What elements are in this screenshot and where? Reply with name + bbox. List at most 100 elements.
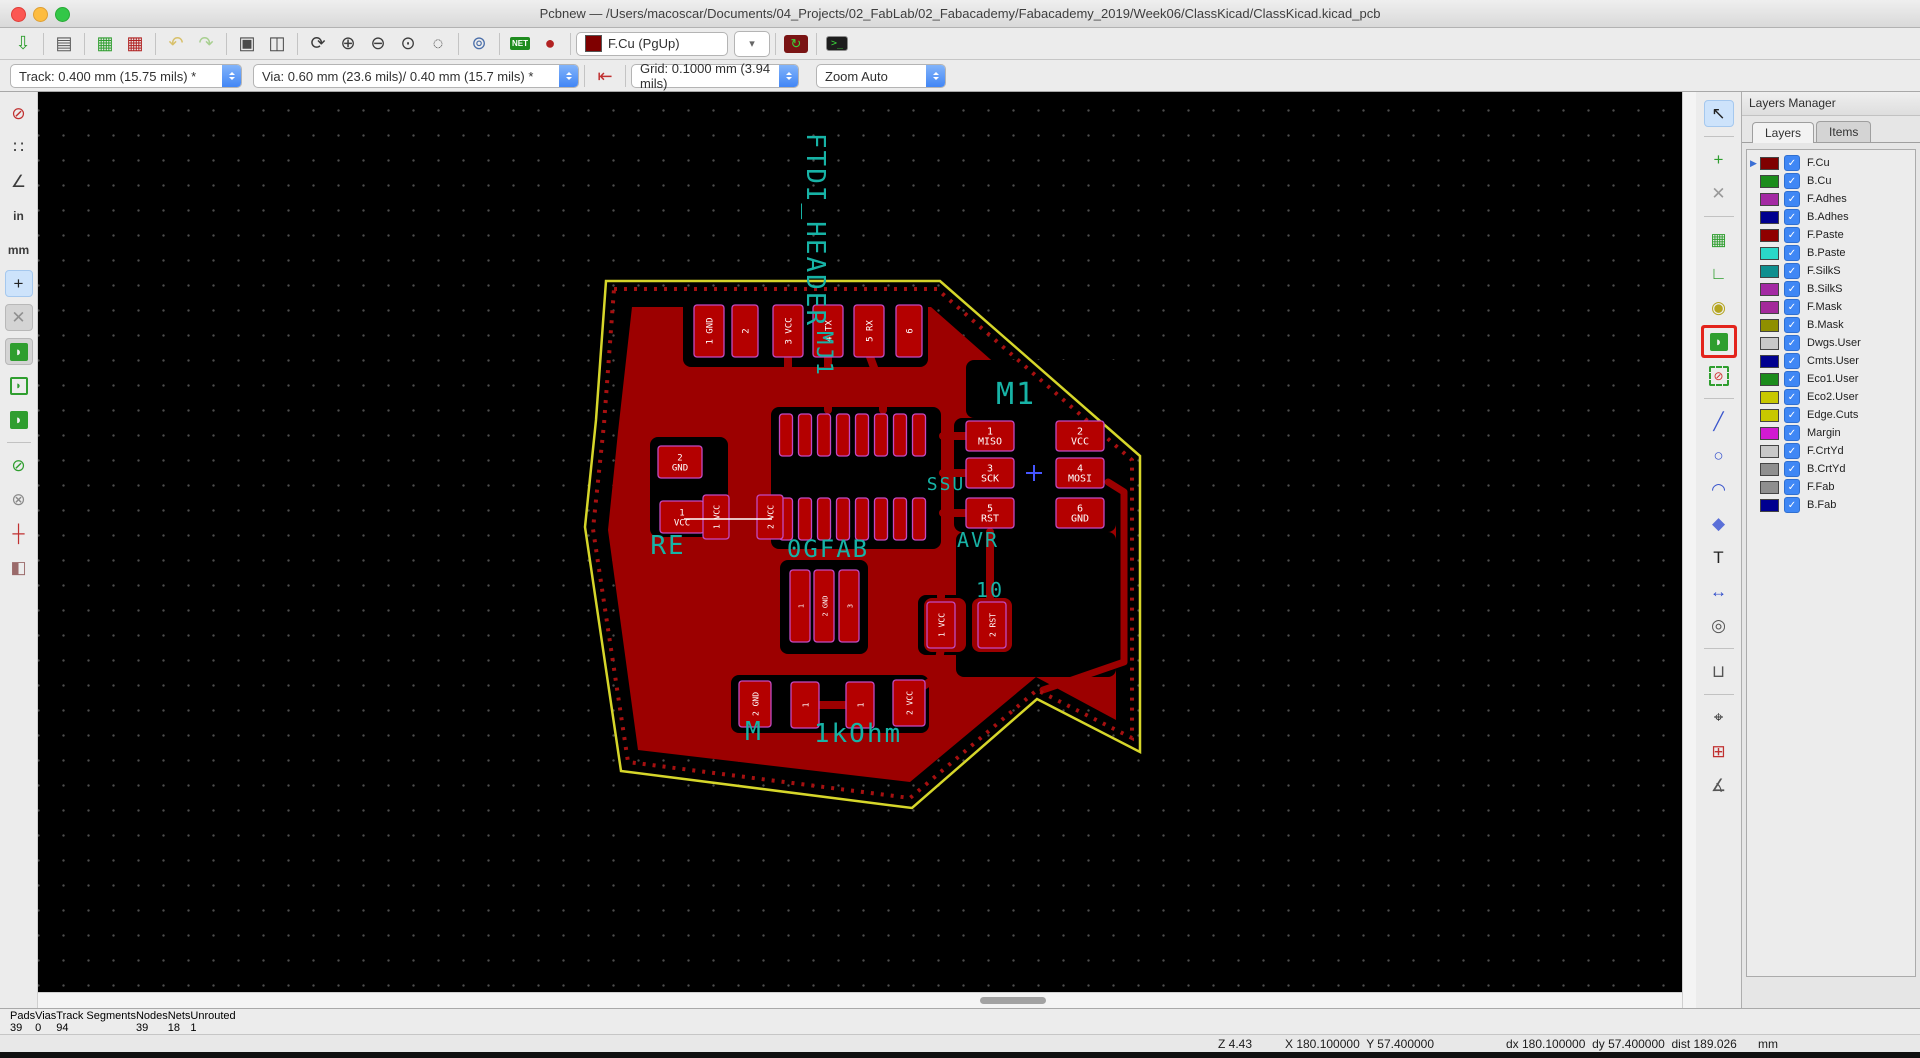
layer-color-swatch[interactable]: [1760, 300, 1779, 314]
zones-nofill-button[interactable]: ◗: [5, 406, 33, 433]
drc-button[interactable]: ●: [535, 31, 565, 57]
layer-visibility-checkbox[interactable]: ✓: [1784, 317, 1800, 333]
layer-color-swatch[interactable]: [1760, 228, 1779, 242]
layer-color-swatch[interactable]: [1760, 246, 1779, 260]
B.Adhes[interactable]: ▶ ✓ B.Adhes: [1747, 208, 1915, 226]
delete-tool-button[interactable]: ⊔: [1704, 658, 1734, 685]
zoom-out-button[interactable]: ⊖: [363, 31, 393, 57]
page-settings-button[interactable]: ▤: [49, 31, 79, 57]
layer-color-swatch[interactable]: [1760, 192, 1779, 206]
B.Mask[interactable]: ▶ ✓ B.Mask: [1747, 316, 1915, 334]
layer-visibility-checkbox[interactable]: ✓: [1784, 353, 1800, 369]
zoom-select[interactable]: Zoom Auto: [816, 64, 946, 88]
track-width-select[interactable]: Track: 0.400 mm (15.75 mils) *: [10, 64, 242, 88]
redo-button[interactable]: ↷: [191, 31, 221, 57]
tab-items[interactable]: Items: [1816, 121, 1872, 142]
zoom-selection-button[interactable]: ◌: [423, 31, 453, 57]
B.Cu[interactable]: ▶ ✓ B.Cu: [1747, 172, 1915, 190]
layer-visibility-checkbox[interactable]: ✓: [1784, 281, 1800, 297]
add-circle-button[interactable]: ○: [1704, 442, 1734, 469]
maximize-window-button[interactable]: [55, 7, 70, 22]
Cmts.User[interactable]: ▶ ✓ Cmts.User: [1747, 352, 1915, 370]
layer-color-swatch[interactable]: [1760, 444, 1779, 458]
update-pcb-button[interactable]: ↻: [781, 31, 811, 57]
layer-visibility-checkbox[interactable]: ✓: [1784, 335, 1800, 351]
stepper-icon[interactable]: [779, 65, 798, 87]
stepper-icon[interactable]: [222, 65, 241, 87]
layer-color-swatch[interactable]: [1760, 480, 1779, 494]
print-button[interactable]: ▣: [232, 31, 262, 57]
add-via-button[interactable]: ◉: [1704, 294, 1734, 321]
save-button[interactable]: ⇩: [8, 31, 38, 57]
add-arc-button[interactable]: ◠: [1704, 476, 1734, 503]
add-footprint-button[interactable]: ▦: [1704, 226, 1734, 253]
units-mm-button[interactable]: mm: [5, 236, 33, 263]
B.Fab[interactable]: ▶ ✓ B.Fab: [1747, 496, 1915, 514]
measure-tool-button[interactable]: ∡: [1704, 772, 1734, 799]
add-keepout-button[interactable]: ⊘: [1704, 362, 1734, 389]
add-graphic-line-button[interactable]: ╱: [1704, 408, 1734, 435]
B.CrtYd[interactable]: ▶ ✓ B.CrtYd: [1747, 460, 1915, 478]
F.Mask[interactable]: ▶ ✓ F.Mask: [1747, 298, 1915, 316]
Edge.Cuts[interactable]: ▶ ✓ Edge.Cuts: [1747, 406, 1915, 424]
add-target-button[interactable]: ◎: [1704, 612, 1734, 639]
stepper-icon[interactable]: [559, 65, 578, 87]
F.Fab[interactable]: ▶ ✓ F.Fab: [1747, 478, 1915, 496]
layer-visibility-checkbox[interactable]: ✓: [1784, 191, 1800, 207]
B.Paste[interactable]: ▶ ✓ B.Paste: [1747, 244, 1915, 262]
add-dimension-button[interactable]: ↔: [1704, 578, 1734, 605]
layer-visibility-checkbox[interactable]: ✓: [1784, 173, 1800, 189]
plot-button[interactable]: ◫: [262, 31, 292, 57]
Margin[interactable]: ▶ ✓ Margin: [1747, 424, 1915, 442]
Eco2.User[interactable]: ▶ ✓ Eco2.User: [1747, 388, 1915, 406]
add-zone-button[interactable]: ◗: [1704, 328, 1734, 355]
layer-visibility-checkbox[interactable]: ✓: [1784, 299, 1800, 315]
redraw-button[interactable]: ⟳: [303, 31, 333, 57]
grid-size-select[interactable]: Grid: 0.1000 mm (3.94 mils): [631, 61, 799, 91]
undo-button[interactable]: ↶: [161, 31, 191, 57]
layer-color-swatch[interactable]: [1760, 282, 1779, 296]
add-text-button[interactable]: T: [1704, 544, 1734, 571]
netlist-button[interactable]: NET: [505, 31, 535, 57]
minimize-window-button[interactable]: [33, 7, 48, 22]
layer-visibility-checkbox[interactable]: ✓: [1784, 245, 1800, 261]
tracks-sketch-button[interactable]: ⊗: [5, 486, 33, 513]
layer-color-swatch[interactable]: [1760, 426, 1779, 440]
layer-color-swatch[interactable]: [1760, 264, 1779, 278]
tab-layers[interactable]: Layers: [1752, 122, 1815, 143]
F.Paste[interactable]: ▶ ✓ F.Paste: [1747, 226, 1915, 244]
Eco1.User[interactable]: ▶ ✓ Eco1.User: [1747, 370, 1915, 388]
layer-visibility-checkbox[interactable]: ✓: [1784, 497, 1800, 513]
B.SilkS[interactable]: ▶ ✓ B.SilkS: [1747, 280, 1915, 298]
track-width-icon[interactable]: ⇤: [590, 63, 620, 89]
vias-sketch-button[interactable]: ⊘: [5, 452, 33, 479]
highlight-net-button[interactable]: +: [1704, 146, 1734, 173]
layer-color-swatch[interactable]: [1760, 408, 1779, 422]
F.Cu[interactable]: ▶ ✓ F.Cu: [1747, 154, 1915, 172]
layer-visibility-checkbox[interactable]: ✓: [1784, 443, 1800, 459]
footprint-editor-button[interactable]: ▦: [90, 31, 120, 57]
layer-visibility-checkbox[interactable]: ✓: [1784, 425, 1800, 441]
layer-color-swatch[interactable]: [1760, 174, 1779, 188]
layer-visibility-checkbox[interactable]: ✓: [1784, 407, 1800, 423]
scripting-console-button[interactable]: >_: [822, 31, 852, 57]
zones-filled-button[interactable]: ◗: [4, 338, 33, 365]
layer-color-swatch[interactable]: [1760, 390, 1779, 404]
footprint-browser-button[interactable]: ▦: [120, 31, 150, 57]
close-window-button[interactable]: [11, 7, 26, 22]
zoom-in-button[interactable]: ⊕: [333, 31, 363, 57]
zoom-fit-button[interactable]: ⊙: [393, 31, 423, 57]
layer-color-swatch[interactable]: [1760, 462, 1779, 476]
add-polygon-button[interactable]: ◆: [1704, 510, 1734, 537]
find-button[interactable]: ⊚: [464, 31, 494, 57]
layer-color-swatch[interactable]: [1760, 336, 1779, 350]
layer-visibility-checkbox[interactable]: ✓: [1784, 155, 1800, 171]
zones-outline-button[interactable]: ◗: [5, 372, 33, 399]
layer-color-swatch[interactable]: [1760, 354, 1779, 368]
F.CrtYd[interactable]: ▶ ✓ F.CrtYd: [1747, 442, 1915, 460]
ratsnest-button[interactable]: ✕: [4, 304, 33, 331]
pcb-canvas[interactable]: 1 GND 2 3 VCC 4 TX 5 RX 6 1 MISO 2 VCC 3 SCK 4 MOSI 5 R…: [38, 92, 1682, 992]
layer-color-swatch[interactable]: [1760, 498, 1779, 512]
Dwgs.User[interactable]: ▶ ✓ Dwgs.User: [1747, 334, 1915, 352]
layer-visibility-checkbox[interactable]: ✓: [1784, 371, 1800, 387]
